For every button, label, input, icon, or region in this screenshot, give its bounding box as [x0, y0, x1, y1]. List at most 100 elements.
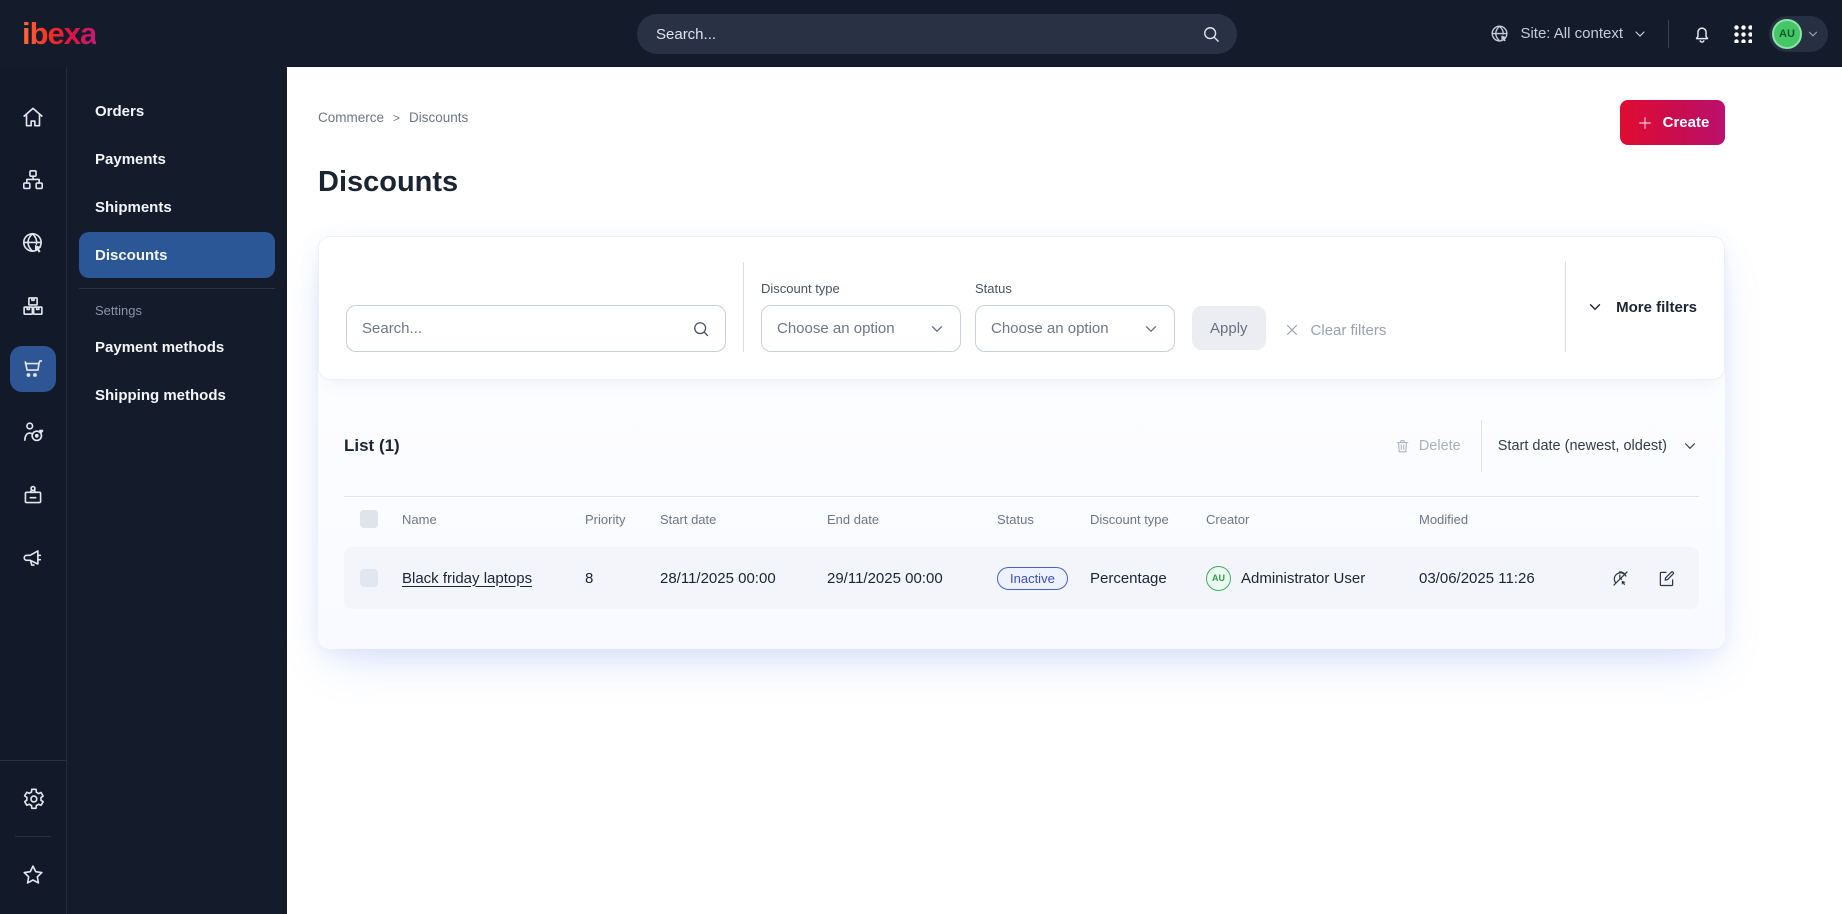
col-modified: Modified: [1419, 511, 1469, 527]
rail-item-store[interactable]: [9, 463, 57, 526]
commerce-cart-icon: [10, 345, 56, 392]
delete-button[interactable]: Delete: [1394, 438, 1461, 455]
page-title: Discounts: [318, 166, 459, 198]
rail-item-content[interactable]: [9, 148, 57, 211]
rail-item-commerce[interactable]: [9, 337, 57, 400]
site-context-selector[interactable]: Site: All context: [1489, 23, 1648, 45]
creator-name: Administrator User: [1241, 569, 1366, 587]
sidebar-item-label: Shipping methods: [95, 386, 226, 404]
creator-avatar: AU: [1206, 565, 1231, 591]
sidebar-item-discounts[interactable]: Discounts: [79, 232, 275, 278]
rail-divider-short: [15, 836, 51, 837]
rail-item-admin[interactable]: [9, 767, 57, 830]
rail-item-customers[interactable]: [9, 400, 57, 463]
chevron-down-icon: [928, 320, 946, 338]
sidebar-item-shipping-methods[interactable]: Shipping methods: [79, 372, 275, 418]
select-all-checkbox[interactable]: [360, 510, 378, 528]
status-value: Choose an option: [991, 320, 1109, 337]
marketing-megaphone-icon: [10, 535, 56, 581]
site-cursor-icon: [10, 220, 56, 266]
sidebar-settings-label: Settings: [95, 303, 142, 318]
create-button[interactable]: Create: [1620, 100, 1725, 145]
more-filters-label: More filters: [1616, 298, 1697, 316]
sidebar-item-shipments[interactable]: Shipments: [79, 184, 275, 230]
rail-item-dashboard[interactable]: [9, 85, 57, 148]
sidebar-item-label: Discounts: [95, 246, 168, 264]
breadcrumb: Commerce > Discounts: [318, 100, 468, 125]
row-checkbox[interactable]: [360, 569, 378, 587]
site-context-label: Site: All context: [1520, 25, 1623, 42]
row-creator: AU Administrator User: [1206, 565, 1419, 591]
rail-item-marketing[interactable]: [9, 526, 57, 589]
create-button-label: Create: [1662, 114, 1710, 131]
sidebar-divider: [79, 288, 275, 289]
chevron-down-icon: [1806, 27, 1820, 41]
site-globe-icon: [1489, 23, 1511, 45]
products-boxes-icon: [10, 283, 56, 329]
deactivate-icon[interactable]: [1610, 568, 1631, 589]
chevron-down-icon: [1681, 437, 1699, 455]
rail-item-products[interactable]: [9, 274, 57, 337]
global-search-input[interactable]: [656, 25, 1201, 43]
status-select[interactable]: Choose an option: [975, 305, 1175, 352]
plus-icon: [1636, 114, 1654, 132]
discount-type-value: Choose an option: [777, 320, 895, 337]
main-nav-rail: [0, 67, 67, 914]
customers-target-icon: [10, 409, 56, 455]
col-name: Name: [402, 511, 437, 527]
table-row: Black friday laptops 8 28/11/2025 00:00 …: [344, 547, 1699, 609]
breadcrumb-commerce[interactable]: Commerce: [318, 110, 384, 125]
col-priority: Priority: [585, 511, 626, 527]
main-content: Commerce > Discounts Create Discounts Se…: [287, 67, 1842, 914]
sidebar-item-orders[interactable]: Orders: [79, 88, 275, 134]
global-search[interactable]: [637, 14, 1237, 54]
filter-search-input[interactable]: [362, 320, 691, 337]
sidebar-item-payment-methods[interactable]: Payment methods: [79, 324, 275, 370]
discount-name-link[interactable]: Black friday laptops: [402, 570, 532, 587]
row-modified: 03/06/2025 11:26: [1419, 569, 1535, 587]
discount-type-label: Discount type: [761, 281, 840, 296]
table-header: Name Priority Start date End date Status…: [344, 497, 1699, 541]
col-creator: Creator: [1206, 511, 1250, 527]
col-discount-type: Discount type: [1090, 511, 1169, 527]
sidebar-item-label: Shipments: [95, 198, 172, 216]
rail-item-bookmarks[interactable]: [9, 843, 57, 906]
filters-bar: Discount type Choose an option Status C: [318, 236, 1725, 380]
bell-icon: [1691, 23, 1713, 45]
discount-type-field: Discount type Choose an option: [761, 281, 961, 352]
app-switcher-button[interactable]: [1729, 21, 1755, 47]
app-window: ibexa Site: All context: [0, 0, 1842, 914]
col-start-date: Start date: [660, 511, 717, 527]
ibexa-logo[interactable]: ibexa: [22, 16, 97, 52]
delete-button-label: Delete: [1418, 438, 1461, 454]
sort-select[interactable]: Start date (newest, oldest): [1498, 437, 1699, 455]
content-tree-icon: [10, 157, 56, 203]
store-badge-icon: [10, 472, 56, 518]
row-start-date: 28/11/2025 00:00: [660, 569, 776, 587]
discount-type-select[interactable]: Choose an option: [761, 305, 961, 352]
gear-icon: [10, 776, 56, 822]
search-icon[interactable]: [1201, 24, 1221, 44]
sort-select-value: Start date (newest, oldest): [1497, 438, 1667, 454]
sidebar-item-payments[interactable]: Payments: [79, 136, 275, 182]
col-status: Status: [997, 511, 1034, 527]
chevron-down-icon: [1586, 298, 1604, 316]
apply-button[interactable]: Apply: [1192, 306, 1266, 350]
col-end-date: End date: [827, 511, 880, 527]
edit-icon[interactable]: [1656, 568, 1677, 589]
breadcrumb-discounts[interactable]: Discounts: [409, 110, 468, 125]
user-menu[interactable]: AU: [1769, 15, 1828, 52]
search-icon: [691, 319, 711, 339]
status-label: Status: [975, 281, 1012, 296]
more-filters-button[interactable]: More filters: [1565, 262, 1697, 352]
breadcrumb-separator: >: [393, 110, 401, 125]
clear-filters-button[interactable]: Clear filters: [1283, 321, 1386, 339]
filter-search[interactable]: [346, 305, 726, 352]
sidebar-item-label: Payments: [95, 150, 166, 168]
row-actions: [1609, 568, 1699, 589]
chevron-down-icon: [1632, 26, 1648, 42]
row-priority: 8: [585, 569, 594, 587]
notifications-button[interactable]: [1689, 21, 1715, 47]
filter-divider: [743, 262, 744, 352]
rail-item-site[interactable]: [9, 211, 57, 274]
